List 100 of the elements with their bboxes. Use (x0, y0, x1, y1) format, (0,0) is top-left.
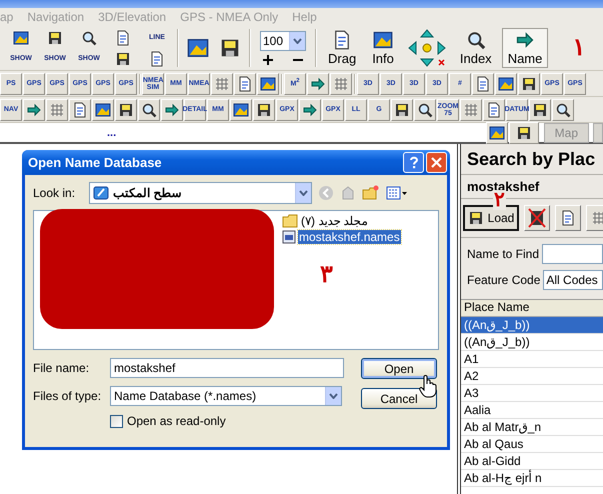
close-icon (431, 157, 442, 168)
arrow-icon (164, 102, 180, 118)
checkbox-label: Open as read-only (127, 414, 226, 428)
delete-icon (528, 208, 546, 228)
zoom-combo[interactable]: 100 (260, 30, 306, 50)
magnifier-icon (141, 102, 157, 118)
toolbar-button[interactable] (555, 205, 581, 231)
file-item[interactable]: مجلد جديد (٧) (300, 214, 369, 228)
place-row[interactable]: Ab al Matrق_n (461, 419, 603, 436)
close-button[interactable] (426, 152, 447, 173)
toolbar-button[interactable] (230, 98, 252, 120)
name-label: Name to Find (467, 247, 540, 261)
file-name-field[interactable]: mostakshef (110, 358, 344, 378)
picture-icon (233, 102, 249, 118)
grid-icon (49, 102, 65, 118)
toolbar-button[interactable] (552, 98, 574, 120)
toolbar-button[interactable]: Name (502, 28, 548, 68)
picture-icon (260, 76, 276, 92)
question-mark-icon (408, 156, 418, 169)
picture-icon (13, 30, 29, 46)
plus-icon[interactable] (262, 54, 274, 66)
place-row[interactable]: Ab al-Gidd (461, 453, 603, 470)
toolbar-button[interactable] (414, 98, 436, 120)
toolbar-button[interactable]: Index (454, 28, 498, 68)
magnifier-icon (417, 102, 433, 118)
document-icon (115, 30, 131, 46)
picture-icon (373, 30, 394, 50)
toolbar-button[interactable]: Info (366, 28, 400, 68)
file-name-label: File name: (33, 361, 90, 375)
toolbar-button[interactable] (486, 122, 508, 144)
column-header[interactable]: Place Name (461, 300, 603, 317)
place-row[interactable]: Ab al-Hڃ ejrأ n (461, 470, 603, 487)
direction-pad-icon (406, 28, 447, 68)
toolbar-button[interactable] (234, 72, 256, 94)
grid-icon (333, 76, 349, 92)
document-icon (149, 50, 165, 66)
document-icon (560, 210, 576, 226)
toolbar-button[interactable] (253, 98, 275, 120)
new-folder-icon[interactable] (362, 185, 380, 201)
magnifier-icon (555, 102, 571, 118)
look-in-label: Look in: (33, 186, 76, 200)
document-icon (475, 76, 491, 92)
toolbar-button[interactable] (495, 72, 517, 94)
toolbar-button[interactable] (472, 72, 494, 94)
magnifier-icon (81, 30, 97, 46)
help-button[interactable] (403, 152, 424, 173)
toolbar-button[interactable] (92, 98, 114, 120)
file-type-label: Files of type: (33, 389, 102, 403)
arrow-icon (310, 76, 326, 92)
toolbar-button[interactable] (69, 98, 91, 120)
file-item[interactable]: mostakshef.names (298, 230, 401, 244)
toolbar-button[interactable]: Drag (322, 28, 362, 68)
magnifier-icon (466, 30, 486, 50)
toolbar-button[interactable] (138, 98, 160, 120)
place-row[interactable]: ((Anق_J_b)) (461, 317, 603, 334)
place-row[interactable]: A3 (461, 385, 603, 402)
place-row[interactable]: A2 (461, 368, 603, 385)
look-in-value: سطح المكتب (113, 186, 182, 200)
annotation-number: ١ (572, 36, 586, 60)
toolbar-button[interactable] (115, 98, 137, 120)
place-row[interactable]: Ab al Qaus (461, 436, 603, 453)
picture-icon (187, 37, 209, 59)
delete-button[interactable] (524, 205, 550, 231)
open-button[interactable]: Open (361, 358, 437, 379)
place-row[interactable]: Aalia (461, 402, 603, 419)
arrow-icon (302, 102, 318, 118)
desktop-icon (93, 185, 109, 201)
document-icon (72, 102, 88, 118)
look-in-combo[interactable]: سطح المكتب (89, 182, 312, 204)
cancel-button[interactable]: Cancel (361, 388, 437, 409)
toolbar-button[interactable] (307, 72, 329, 94)
read-only-checkbox[interactable] (110, 414, 123, 428)
place-row[interactable]: ((Anق_J_b)) (461, 334, 603, 351)
picture-icon (95, 102, 111, 118)
toolbar-button[interactable] (299, 98, 321, 120)
grid-icon (591, 210, 603, 226)
grid-icon (214, 76, 230, 92)
feature-code-combo[interactable]: All Codes (543, 270, 603, 290)
toolbar-button[interactable] (529, 98, 551, 120)
toolbar-button[interactable] (161, 98, 183, 120)
document-icon (486, 102, 502, 118)
dialog-title: Open Name Database (28, 155, 163, 170)
picture-icon (488, 124, 505, 140)
place-row[interactable]: A1 (461, 351, 603, 368)
grid-icon (463, 102, 479, 118)
toolbar-button[interactable] (23, 98, 45, 120)
toolbar-button[interactable] (483, 98, 505, 120)
toolbar-button[interactable] (257, 72, 279, 94)
name-field[interactable] (542, 244, 603, 264)
file-type-combo[interactable]: Name Database (*.names) (110, 386, 342, 406)
load-button[interactable]: Load (463, 205, 519, 231)
folder-icon (282, 214, 298, 228)
status-text: ... (107, 126, 116, 138)
toolbar-button[interactable] (508, 122, 539, 144)
arrow-icon (515, 30, 536, 50)
panel-title: Search by Plac (461, 144, 603, 175)
toolbar-button[interactable] (391, 98, 413, 120)
view-menu-icon[interactable] (386, 186, 408, 200)
toolbar-button[interactable] (518, 72, 540, 94)
hand-cursor-icon (419, 374, 437, 398)
